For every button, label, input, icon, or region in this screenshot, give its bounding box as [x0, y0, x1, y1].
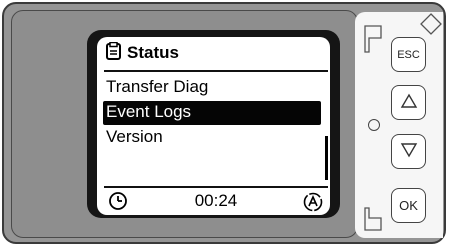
lcd-screen: Status Transfer Diag Event Logs Version … [97, 37, 330, 215]
esc-button-label: ESC [397, 48, 420, 61]
down-button[interactable] [391, 134, 426, 169]
title-row: Status [106, 41, 179, 65]
status-led [368, 119, 380, 131]
time-readout: 00:24 [194, 191, 238, 210]
menu-item-event-logs[interactable]: Event Logs [103, 101, 321, 125]
menu-item-version[interactable]: Version [106, 126, 163, 150]
clipboard-icon [106, 41, 122, 65]
up-arrow-icon [400, 93, 418, 112]
down-arrow-icon [400, 142, 418, 161]
auto-mode-icon [302, 191, 324, 218]
status-bar: 00:24 [104, 188, 328, 215]
ok-button[interactable]: OK [391, 188, 426, 223]
esc-button[interactable]: ESC [391, 37, 426, 72]
scrollbar[interactable] [325, 136, 328, 180]
title-divider [104, 70, 328, 72]
menu-item-transfer-diag[interactable]: Transfer Diag [106, 76, 208, 100]
ok-button-label: OK [399, 198, 418, 213]
up-button[interactable] [391, 85, 426, 120]
screen-title: Status [127, 43, 179, 62]
